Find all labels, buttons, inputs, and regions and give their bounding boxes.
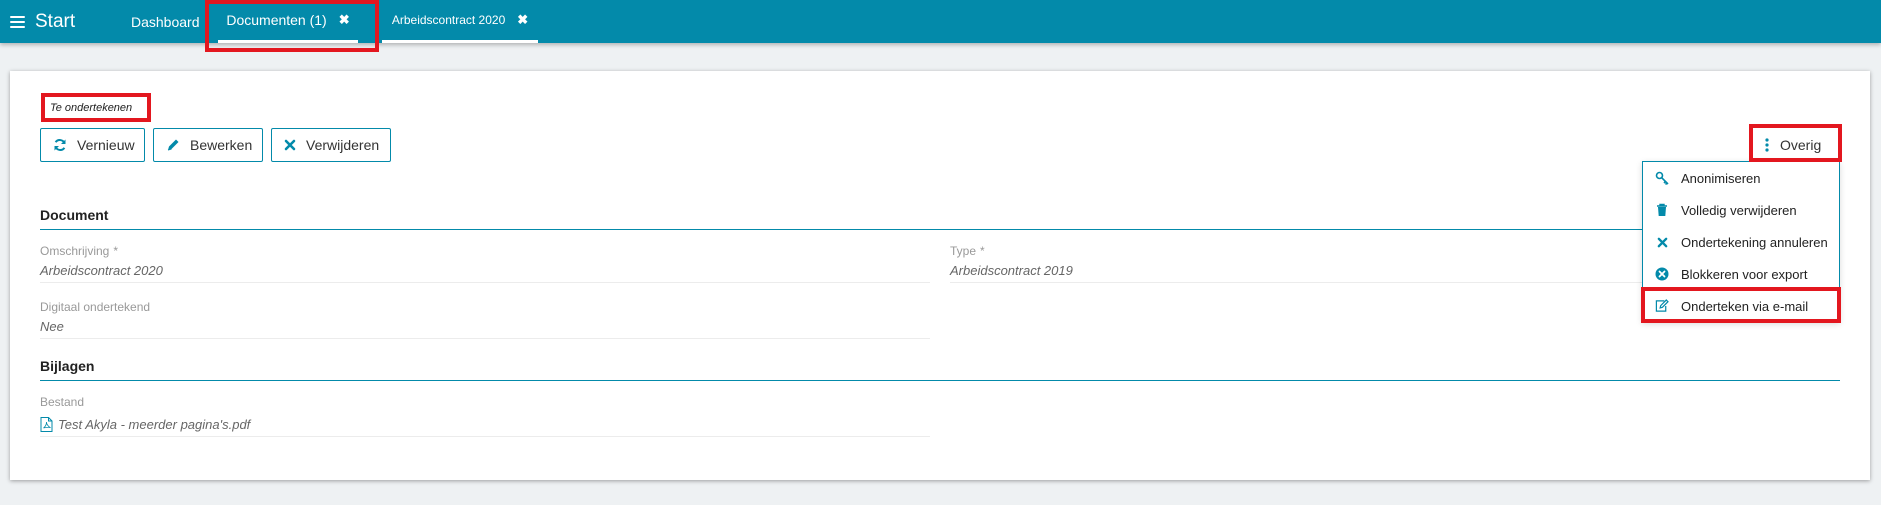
overig-button[interactable]: Overig xyxy=(1756,128,1838,162)
menu-item-anonimiseren[interactable]: Anonimiseren xyxy=(1643,162,1839,194)
ellipsis-vertical-icon xyxy=(1764,138,1770,152)
close-icon[interactable]: ✖ xyxy=(339,12,350,28)
field-divider xyxy=(40,338,930,339)
menu-item-label: Blokkeren voor export xyxy=(1681,266,1808,282)
pencil-icon xyxy=(166,138,180,152)
trash-icon xyxy=(1655,203,1669,217)
menu-item-ondertekening-annuleren[interactable]: Ondertekening annuleren xyxy=(1643,226,1839,258)
bewerken-label: Bewerken xyxy=(190,137,253,153)
overig-dropdown-menu: Anonimiseren Volledig verwijderen Ondert… xyxy=(1642,161,1840,322)
digitaal-ondertekend-label: Digitaal ondertekend xyxy=(40,300,151,314)
tab-dashboard[interactable]: Dashboard xyxy=(131,0,200,43)
key-icon xyxy=(1655,171,1669,185)
times-icon xyxy=(284,139,296,151)
bestand-value: Test Akyla - meerder pagina's.pdf xyxy=(58,417,251,432)
menu-item-onderteken-via-email[interactable]: Onderteken via e-mail xyxy=(1643,290,1839,322)
times-circle-icon xyxy=(1655,267,1669,281)
omschrijving-value: Arbeidscontract 2020 xyxy=(40,263,163,278)
digitaal-ondertekend-value: Nee xyxy=(40,319,64,334)
verwijderen-label: Verwijderen xyxy=(306,137,380,153)
times-icon xyxy=(1655,235,1669,249)
document-section-divider xyxy=(40,229,1840,230)
tab-documenten[interactable]: Documenten (1) ✖ xyxy=(218,0,358,43)
vernieuw-button[interactable]: Vernieuw xyxy=(40,128,145,162)
tab-documenten-label: Documenten (1) xyxy=(226,12,327,28)
refresh-icon xyxy=(53,138,67,152)
type-value: Arbeidscontract 2019 xyxy=(950,263,1073,278)
bestand-label: Bestand xyxy=(40,395,85,409)
edit-icon xyxy=(1655,299,1669,313)
menu-item-label: Volledig verwijderen xyxy=(1681,202,1797,218)
bijlagen-section-divider xyxy=(40,380,1840,381)
bijlagen-section-title: Bijlagen xyxy=(40,358,95,374)
overig-label: Overig xyxy=(1780,137,1822,153)
menu-item-label: Anonimiseren xyxy=(1681,170,1761,186)
hamburger-icon xyxy=(10,16,25,28)
start-menu-button[interactable]: Start xyxy=(10,10,75,34)
tab-arbeidscontract[interactable]: Arbeidscontract 2020 ✖ xyxy=(382,0,538,43)
top-navigation-bar: Start Dashboard Documenten (1) ✖ Arbeids… xyxy=(0,0,1881,43)
menu-item-blokkeren-voor-export[interactable]: Blokkeren voor export xyxy=(1643,258,1839,290)
status-badge: Te ondertekenen xyxy=(50,102,133,114)
menu-item-label: Onderteken via e-mail xyxy=(1681,298,1809,314)
tab-arbeidscontract-label: Arbeidscontract 2020 xyxy=(391,13,506,27)
vernieuw-label: Vernieuw xyxy=(77,137,135,153)
type-label: Type * xyxy=(950,244,985,258)
file-pdf-icon xyxy=(40,417,53,432)
menu-item-volledig-verwijderen[interactable]: Volledig verwijderen xyxy=(1643,194,1839,226)
tab-dashboard-label: Dashboard xyxy=(131,13,200,30)
omschrijving-label: Omschrijving * xyxy=(40,244,119,258)
document-section-title: Document xyxy=(40,207,109,223)
field-divider xyxy=(40,436,930,437)
menu-item-label: Ondertekening annuleren xyxy=(1681,234,1828,250)
bestand-link[interactable]: Test Akyla - meerder pagina's.pdf xyxy=(40,417,250,432)
close-icon[interactable]: ✖ xyxy=(517,12,528,28)
bewerken-button[interactable]: Bewerken xyxy=(153,128,263,162)
field-divider xyxy=(40,282,930,283)
verwijderen-button[interactable]: Verwijderen xyxy=(271,128,391,162)
start-label: Start xyxy=(35,11,76,32)
